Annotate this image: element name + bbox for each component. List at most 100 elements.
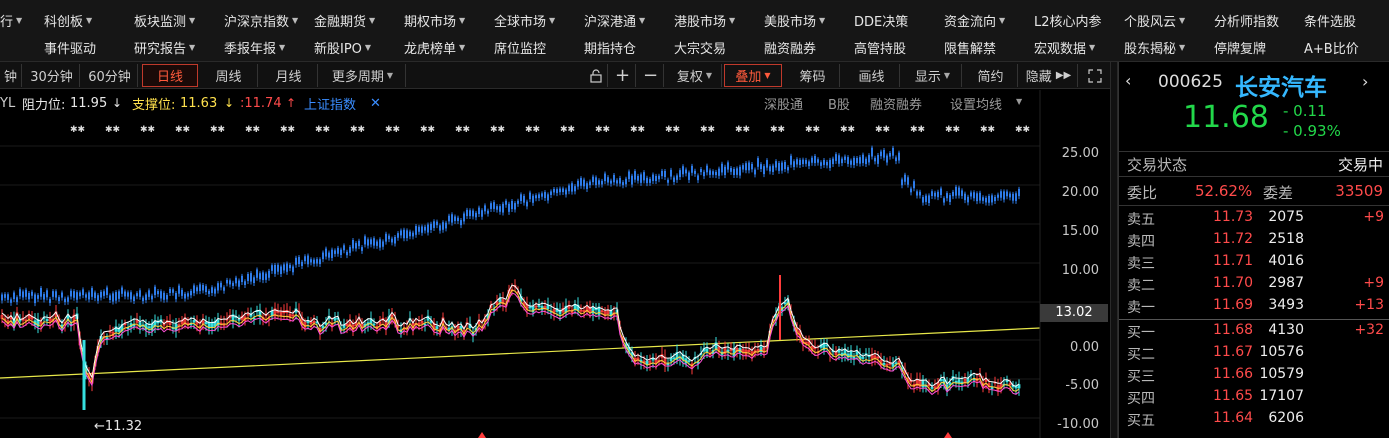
index-candle — [493, 202, 495, 209]
index-candle — [652, 174, 654, 181]
menu-item[interactable]: 美股市场 ▼ — [764, 8, 825, 32]
ask-row[interactable]: 卖三 11.71 4016 — [1119, 251, 1389, 273]
ask-row[interactable]: 卖四 11.72 2518 — [1119, 229, 1389, 251]
index-candle — [322, 252, 324, 260]
menu-item-label: 季报年报 — [224, 41, 277, 57]
menu-item[interactable]: 分析师指数 — [1214, 8, 1279, 32]
event-marker: ✱✱ — [385, 125, 400, 135]
chevron-right-icon[interactable]: › — [1362, 72, 1368, 91]
more-periods-button[interactable]: 更多周期 ▼ — [320, 64, 406, 87]
menu-item[interactable]: 研究报告 ▼ — [134, 35, 195, 59]
index-candle — [547, 194, 549, 201]
level-price: 11.67 — [1213, 344, 1254, 360]
menu-item[interactable]: 停牌复牌 — [1214, 35, 1266, 59]
overlay-button[interactable]: 叠加 ▼ — [724, 64, 782, 87]
period-1min-partial[interactable]: 钟 — [0, 64, 22, 87]
menu-item[interactable]: DDE决策 — [854, 8, 908, 32]
bid-row[interactable]: 买五 11.64 6206 — [1119, 408, 1389, 430]
index-candle — [154, 286, 156, 296]
menu-item[interactable]: 金融期货 ▼ — [314, 8, 375, 32]
link-sgt[interactable]: 深股通 — [764, 94, 803, 113]
link-margin[interactable]: 融资融券 — [870, 94, 922, 113]
zoom-out-button[interactable]: − — [638, 64, 664, 87]
index-candle — [616, 180, 618, 184]
index-candle — [688, 172, 690, 180]
ask-row[interactable]: 卖二 11.70 2987 +9 — [1119, 273, 1389, 295]
menu-item[interactable]: 港股市场 ▼ — [674, 8, 735, 32]
lock-icon[interactable] — [584, 64, 608, 87]
menu-item[interactable]: 事件驱动 — [44, 35, 96, 59]
link-bshares[interactable]: B股 — [828, 94, 850, 113]
menu-item[interactable]: 条件选股 — [1304, 8, 1356, 32]
simple-button[interactable]: 简约 — [964, 64, 1018, 87]
period-monthly[interactable]: 月线 — [260, 64, 318, 87]
chips-button[interactable]: 筹码 — [786, 64, 840, 87]
menu-item[interactable]: 期权市场 ▼ — [404, 8, 465, 32]
menu-item[interactable]: 资金流向 ▼ — [944, 8, 1005, 32]
index-candle — [244, 281, 246, 285]
index-candle — [151, 295, 153, 300]
bid-row[interactable]: 买二 11.67 10576 — [1119, 342, 1389, 364]
overlay-index-label[interactable]: 上证指数 — [304, 94, 356, 113]
menu-item[interactable]: L2核心内参 — [1034, 8, 1102, 32]
menu-item[interactable]: 沪深港通 ▼ — [584, 8, 645, 32]
index-candle — [436, 221, 438, 226]
index-candle — [379, 239, 381, 248]
ask-row[interactable]: 卖一 11.69 3493 +13 — [1119, 295, 1389, 317]
menu-item[interactable]: 沪深京指数 ▼ — [224, 8, 298, 32]
zoom-in-button[interactable]: + — [610, 64, 636, 87]
fuquan-button[interactable]: 复权 ▼ — [668, 64, 722, 87]
close-overlay-icon[interactable]: ✕ — [370, 96, 381, 111]
index-candle — [877, 154, 879, 164]
panel-splitter[interactable] — [1110, 62, 1118, 438]
index-candle — [988, 195, 990, 203]
index-candle — [457, 217, 459, 221]
weibi-value: 52.62% — [1195, 182, 1253, 200]
index-candle — [202, 285, 204, 291]
index-candle — [520, 194, 522, 202]
kline-chart[interactable]: ✱✱ ✱✱ ✱✱ ✱✱ ✱✱ ✱✱ ✱✱ ✱✱ ✱✱ ✱✱ ✱✱ ✱✱ ✱✱ ✱✱ ✱✱ ✱✱ ✱✱ ✱✱ ✱✱ ✱✱… — [0, 90, 1110, 438]
chevron-left-icon[interactable]: ‹ — [1125, 71, 1131, 90]
period-30min[interactable]: 30分钟 — [24, 64, 80, 87]
period-daily[interactable]: 日线 — [142, 64, 198, 87]
menu-item[interactable]: 融资融券 — [764, 35, 816, 59]
menu-item[interactable]: 科创板 ▼ — [44, 8, 92, 32]
event-marker: ✱✱ — [105, 125, 120, 135]
event-marker: ✱✱ — [1015, 125, 1030, 135]
menu-item[interactable]: 个股风云 ▼ — [1124, 8, 1185, 32]
hide-label: 隐藏 — [1025, 70, 1052, 85]
link-ma-settings[interactable]: 设置均线 — [950, 94, 1002, 113]
level-delta: +32 — [1354, 322, 1384, 338]
menu-item[interactable]: 新股IPO ▼ — [314, 35, 371, 59]
menu-item[interactable]: 大宗交易 — [674, 35, 726, 59]
index-candle — [583, 179, 585, 187]
index-candle — [766, 160, 768, 168]
menu-item[interactable]: 高管持股 — [854, 35, 906, 59]
menu-item[interactable]: 期指持仓 — [584, 35, 636, 59]
hide-button[interactable]: 隐藏 ▶▶ — [1020, 64, 1078, 87]
fullscreen-button[interactable] — [1082, 64, 1108, 87]
menu-item[interactable]: A+B比价 — [1304, 35, 1359, 59]
period-weekly[interactable]: 周线 — [200, 64, 258, 87]
menu-item[interactable]: 板块监测 ▼ — [134, 8, 195, 32]
menu-item[interactable]: 席位监控 — [494, 35, 546, 59]
index-candle — [601, 180, 603, 185]
period-60min[interactable]: 60分钟 — [82, 64, 138, 87]
menu-item[interactable]: 全球市场 ▼ — [494, 8, 555, 32]
bid-row[interactable]: 买一 11.68 4130 +32 — [1119, 320, 1389, 342]
menu-item[interactable]: 行 ▼ — [0, 8, 22, 32]
menu-item[interactable]: 股东揭秘 ▼ — [1124, 35, 1185, 59]
menu-item[interactable]: 龙虎榜单 ▼ — [404, 35, 465, 59]
index-candle — [28, 292, 30, 300]
bid-row[interactable]: 买四 11.65 17107 — [1119, 386, 1389, 408]
display-button[interactable]: 显示 ▼ — [904, 64, 962, 87]
index-candle — [631, 175, 633, 185]
menu-item[interactable]: 季报年报 ▼ — [224, 35, 285, 59]
draw-line-button[interactable]: 画线 — [844, 64, 900, 87]
index-candle — [178, 285, 180, 294]
index-candle — [739, 166, 741, 176]
menu-item[interactable]: 宏观数据 ▼ — [1034, 35, 1095, 59]
menu-item[interactable]: 限售解禁 — [944, 35, 996, 59]
bid-row[interactable]: 买三 11.66 10579 — [1119, 364, 1389, 386]
ask-row[interactable]: 卖五 11.73 2075 +9 — [1119, 207, 1389, 229]
